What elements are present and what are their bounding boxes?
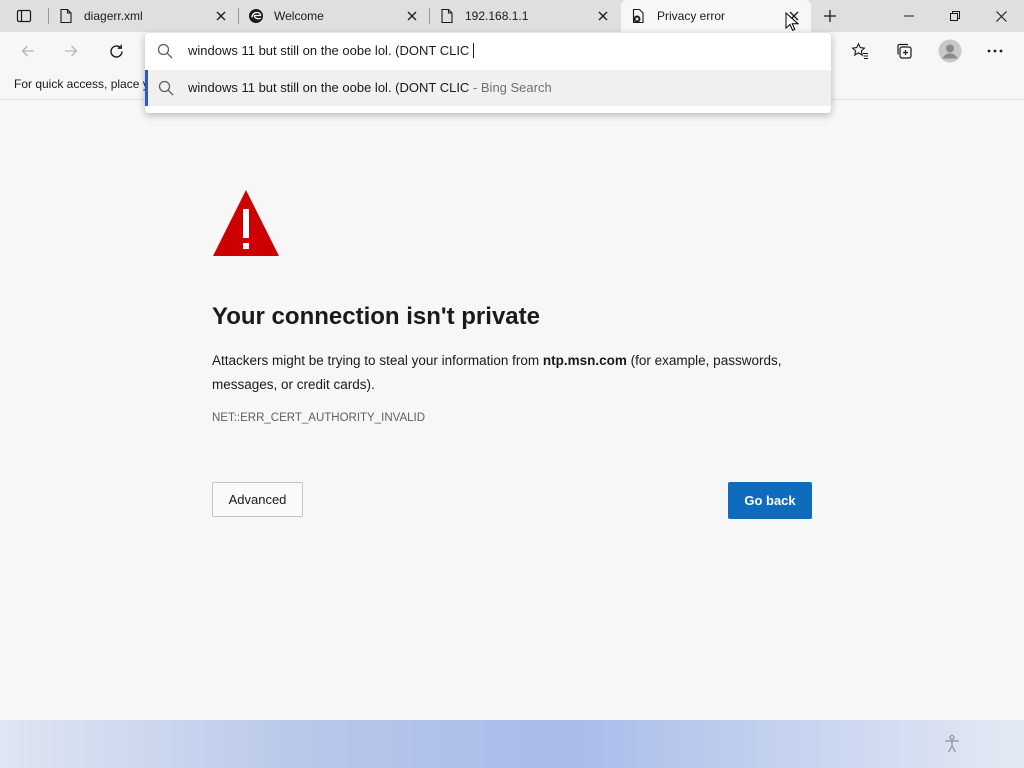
tab-title: Privacy error (657, 9, 726, 23)
collections-icon (897, 43, 912, 59)
search-icon (158, 80, 174, 101)
restore-icon (950, 11, 960, 21)
warning-icon (212, 189, 280, 262)
avatar-icon (938, 39, 962, 63)
minimize-icon (904, 15, 914, 17)
profile-button[interactable] (934, 36, 966, 66)
address-input-value: windows 11 but still on the oobe lol. (D… (188, 43, 470, 58)
error-code: NET::ERR_CERT_AUTHORITY_INVALID (212, 412, 426, 424)
document-icon (58, 8, 74, 24)
tab-separator (238, 8, 239, 24)
close-icon (995, 10, 1007, 22)
tab-separator (429, 8, 430, 24)
page-content: Your connection isn't private Attackers … (0, 101, 1024, 720)
address-input[interactable]: windows 11 but still on the oobe lol. (D… (145, 33, 831, 69)
tab-title: diagerr.xml (84, 9, 143, 23)
tab-title: 192.168.1.1 (465, 9, 529, 23)
close-tab-icon[interactable] (210, 5, 232, 27)
page-title: Your connection isn't private (212, 303, 540, 330)
accessibility-icon[interactable] (942, 734, 962, 759)
arrow-right-icon (65, 45, 78, 57)
favorites-button[interactable] (844, 36, 876, 66)
tab-strip: diagerr.xml Welcome 192.168.1.1 Privacy … (0, 0, 1024, 32)
tab-actions-icon (16, 9, 32, 23)
suggestion-query: windows 11 but still on the oobe lol. (D… (188, 80, 470, 95)
suggestion-source: - Bing Search (469, 80, 552, 95)
minimize-button[interactable] (886, 0, 932, 32)
search-suggestion[interactable]: windows 11 but still on the oobe lol. (D… (145, 70, 831, 106)
refresh-icon (109, 44, 123, 58)
tab-actions-button[interactable] (6, 4, 42, 28)
star-list-icon (851, 42, 868, 60)
close-tab-icon[interactable] (401, 5, 423, 27)
tab-router[interactable]: 192.168.1.1 (429, 0, 620, 32)
tab-welcome[interactable]: Welcome (238, 0, 429, 32)
text-caret (473, 43, 475, 58)
tab-separator (48, 8, 49, 24)
go-back-button[interactable]: Go back (728, 482, 812, 519)
favorites-bar-hint: For quick access, place y (14, 77, 149, 91)
close-window-button[interactable] (978, 0, 1024, 32)
document-icon (439, 8, 455, 24)
desktop-background (0, 720, 1024, 768)
error-description: Attackers might be trying to steal your … (212, 349, 822, 397)
close-tab-icon[interactable] (592, 5, 614, 27)
arrow-left-icon (21, 45, 34, 57)
more-icon (987, 49, 1003, 53)
back-button[interactable] (12, 36, 44, 66)
new-tab-button[interactable] (816, 4, 844, 28)
settings-menu-button[interactable] (979, 36, 1011, 66)
refresh-button[interactable] (100, 36, 132, 66)
insecure-document-icon (631, 8, 647, 24)
collections-button[interactable] (888, 36, 920, 66)
tab-title: Welcome (274, 9, 324, 23)
mouse-cursor-icon (785, 11, 800, 37)
search-icon (157, 43, 173, 64)
advanced-button[interactable]: Advanced (212, 482, 303, 517)
forward-button[interactable] (55, 36, 87, 66)
plus-icon (824, 10, 836, 22)
restore-button[interactable] (932, 0, 978, 32)
description-text: Attackers might be trying to steal your … (212, 353, 543, 368)
tab-diagerr[interactable]: diagerr.xml (48, 0, 238, 32)
tab-privacy-error[interactable]: Privacy error (621, 0, 811, 32)
edge-icon (248, 8, 264, 24)
address-bar-dropdown: windows 11 but still on the oobe lol. (D… (145, 33, 831, 113)
host-name: ntp.msn.com (542, 353, 627, 368)
